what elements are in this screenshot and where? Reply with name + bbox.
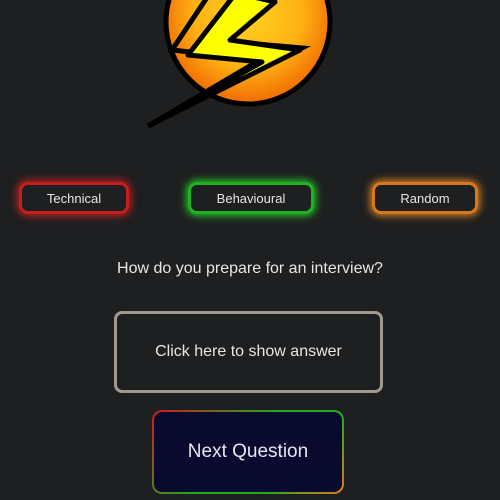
category-random-label: Random <box>400 190 450 206</box>
show-answer-button[interactable]: Click here to show answer <box>114 311 383 393</box>
category-random-button[interactable]: Random <box>372 182 478 214</box>
next-question-label: Next Question <box>187 441 309 462</box>
show-answer-label: Click here to show answer <box>155 343 342 360</box>
category-behavioural-label: Behavioural <box>216 190 286 206</box>
question-text: How do you prepare for an interview? <box>117 260 383 277</box>
app-page: Technical Behavioural Random How do you … <box>0 0 500 500</box>
category-technical-label: Technical <box>46 190 102 206</box>
lightning-bolt-icon <box>146 0 333 129</box>
category-technical-button[interactable]: Technical <box>19 182 129 214</box>
next-question-button[interactable]: Next Question <box>152 410 344 494</box>
category-behavioural-button[interactable]: Behavioural <box>188 182 314 214</box>
